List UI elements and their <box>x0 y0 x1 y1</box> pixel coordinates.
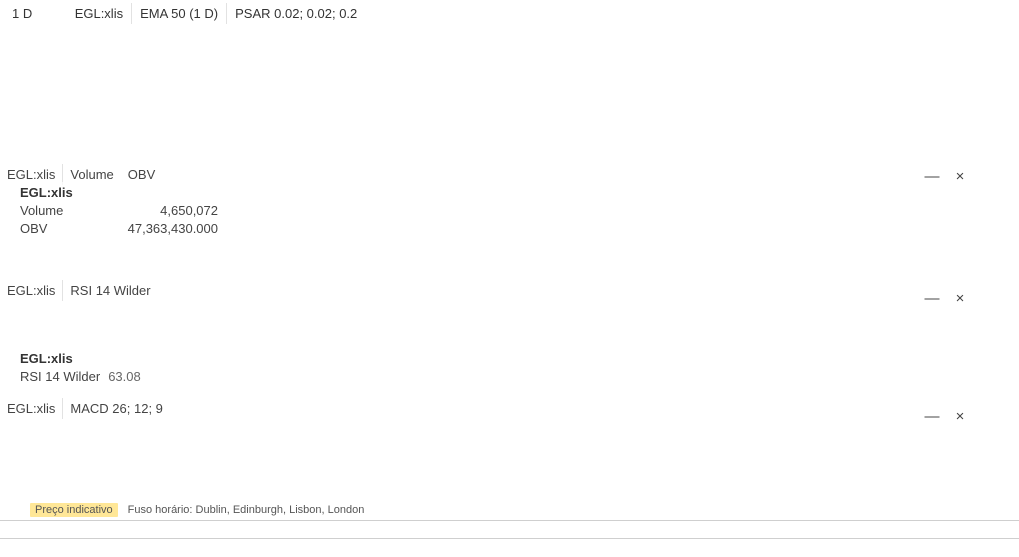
macd-indicator-label[interactable]: MACD 26; 12; 9 <box>62 398 170 419</box>
legend-rsi-row: RSI 14 Wilder 63.08 <box>20 368 141 386</box>
legend-obv-value: 47,363,430.000 <box>127 221 218 236</box>
legend-volume-value: 4,650,072 <box>160 203 218 218</box>
rsi-legend: EGL:xlis RSI 14 Wilder 63.08 <box>14 348 147 388</box>
timeframe-selector[interactable]: 1 D <box>4 3 40 24</box>
overlay-layer: 1 D EQ EGL:xlis EMA 50 (1 D) PSAR 0.02; … <box>0 0 1019 557</box>
timezone-label: Fuso horário: Dublin, Edinburgh, Lisbon,… <box>127 504 365 516</box>
chart-header: 1 D EQ EGL:xlis EMA 50 (1 D) PSAR 0.02; … <box>4 3 366 24</box>
legend-symbol: EGL:xlis <box>20 185 73 200</box>
legend-volume-row: Volume 4,650,072 <box>20 202 218 220</box>
trading-chart-app: 1 D EQ EGL:xlis EMA 50 (1 D) PSAR 0.02; … <box>0 0 1019 557</box>
volume-panel-close-button[interactable]: × <box>950 166 970 186</box>
macd-symbol-label[interactable]: EGL:xlis <box>0 398 62 419</box>
rsi-indicator-label[interactable]: RSI 14 Wilder <box>62 280 157 301</box>
rsi-panel-close-button[interactable]: × <box>950 288 970 308</box>
legend-symbol: EGL:xlis <box>20 351 73 366</box>
legend-rsi-value: 63.08 <box>108 369 141 384</box>
legend-symbol-row: EGL:xlis <box>20 350 141 368</box>
volume-legend: EGL:xlis Volume 4,650,072 OBV 47,363,430… <box>14 182 224 240</box>
rsi-panel-minimize-button[interactable]: — <box>922 288 942 308</box>
date-axis-days[interactable] <box>0 520 1019 539</box>
macd-panel-header: EGL:xlis MACD 26; 12; 9 <box>0 398 170 419</box>
indicative-price-label: Preço indicativo <box>30 503 118 517</box>
rsi-panel-header: EGL:xlis RSI 14 Wilder <box>0 280 158 301</box>
legend-symbol-row: EGL:xlis <box>20 184 218 202</box>
legend-rsi-label: RSI 14 Wilder <box>20 369 101 384</box>
legend-obv-label: OBV <box>20 221 48 236</box>
rsi-symbol-label[interactable]: EGL:xlis <box>0 280 62 301</box>
date-axis-months[interactable] <box>0 538 1019 557</box>
legend-obv-row: OBV 47,363,430.000 <box>20 220 218 238</box>
ema-indicator-label[interactable]: EMA 50 (1 D) <box>131 3 226 24</box>
symbol-label[interactable]: EGL:xlis <box>67 3 131 24</box>
last-price-badge: 6.434€ (+17.41%) <box>870 8 974 23</box>
psar-indicator-label[interactable]: PSAR 0.02; 0.02; 0.2 <box>226 3 365 24</box>
volume-panel-minimize-button[interactable]: — <box>922 166 942 186</box>
equity-type-badge: EQ <box>46 8 61 19</box>
macd-panel-close-button[interactable]: × <box>950 406 970 426</box>
legend-volume-label: Volume <box>20 203 64 218</box>
status-bar: Preço indicativo Fuso horário: Dublin, E… <box>30 503 364 517</box>
macd-panel-minimize-button[interactable]: — <box>922 406 942 426</box>
